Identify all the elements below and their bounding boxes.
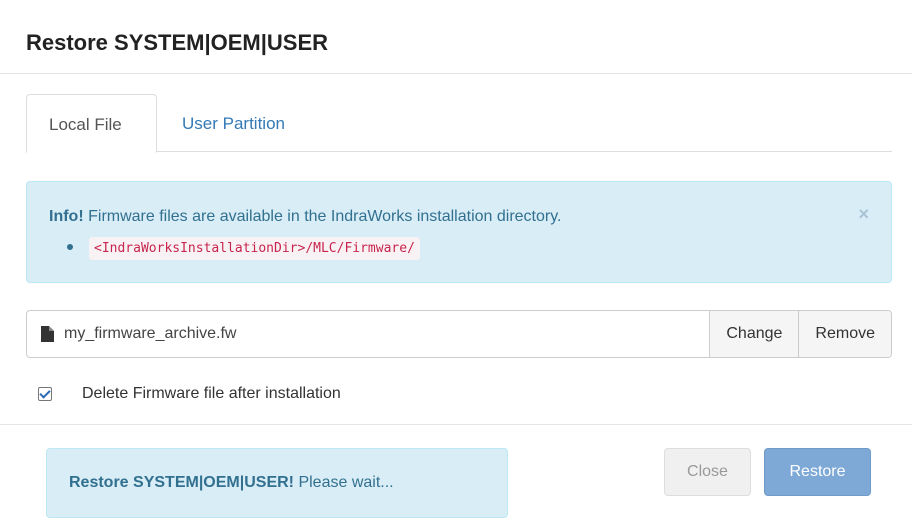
info-message: Firmware files are available in the Indr… bbox=[88, 208, 562, 225]
tab-user-partition[interactable]: User Partition bbox=[160, 94, 307, 152]
tab-bar: Local File User Partition bbox=[26, 94, 892, 153]
delete-file-option: Delete Firmware file after installation bbox=[38, 385, 341, 403]
footer-divider bbox=[0, 424, 912, 425]
firmware-path: <IndraWorksInstallationDir>/MLC/Firmware… bbox=[89, 237, 420, 260]
dialog-header: Restore SYSTEM|OEM|USER bbox=[0, 0, 912, 74]
status-prefix: Restore SYSTEM|OEM|USER! bbox=[69, 474, 294, 491]
dialog-title: Restore SYSTEM|OEM|USER bbox=[26, 30, 329, 55]
file-name: my_firmware_archive.fw bbox=[64, 325, 237, 342]
remove-button[interactable]: Remove bbox=[798, 311, 891, 357]
close-icon[interactable]: × bbox=[858, 204, 869, 225]
delete-file-checkbox[interactable] bbox=[38, 387, 52, 401]
file-input-group: my_firmware_archive.fw Change Remove bbox=[26, 310, 892, 358]
change-button[interactable]: Change bbox=[709, 311, 799, 357]
status-text: Please wait... bbox=[298, 474, 394, 491]
tab-local-file[interactable]: Local File bbox=[26, 94, 157, 153]
bullet-icon bbox=[67, 244, 73, 250]
restore-button[interactable]: Restore bbox=[764, 448, 871, 496]
info-prefix: Info! bbox=[49, 208, 84, 225]
close-button[interactable]: Close bbox=[664, 448, 751, 496]
delete-file-label: Delete Firmware file after installation bbox=[82, 385, 341, 402]
info-path-list: <IndraWorksInstallationDir>/MLC/Firmware… bbox=[67, 237, 420, 260]
file-icon bbox=[41, 326, 54, 342]
status-message: Restore SYSTEM|OEM|USER! Please wait... bbox=[46, 448, 508, 518]
file-display[interactable]: my_firmware_archive.fw bbox=[27, 311, 709, 357]
info-alert: Info! Firmware files are available in th… bbox=[26, 181, 892, 283]
